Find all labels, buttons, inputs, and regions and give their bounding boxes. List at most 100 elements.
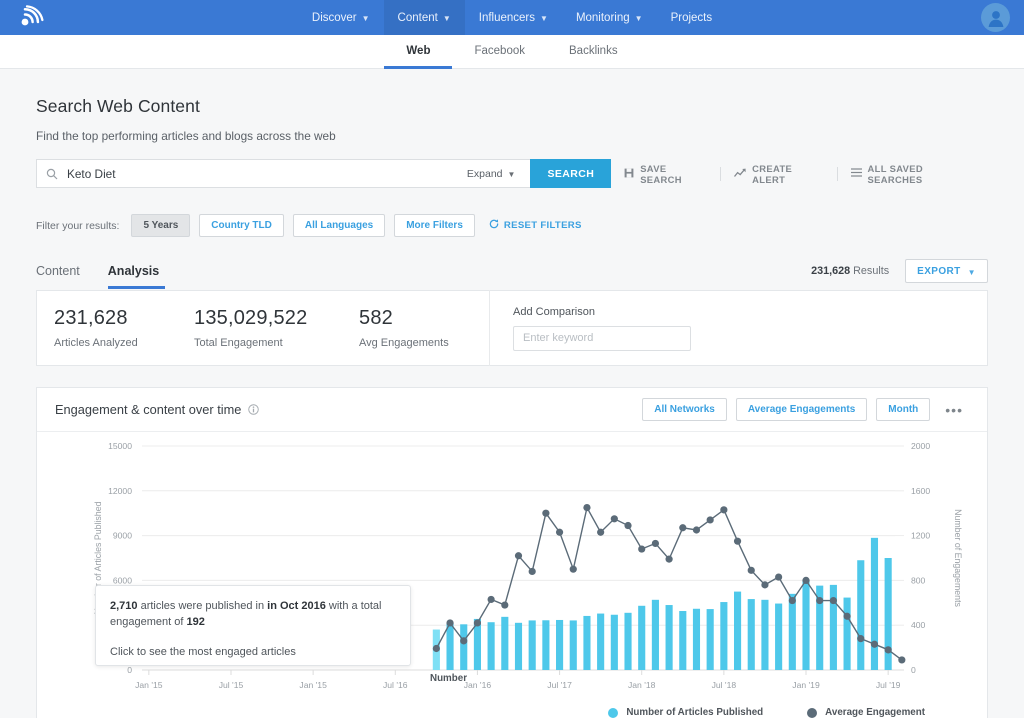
chart-title-group: Engagement & content over time — [55, 402, 259, 417]
stat-value: 582 — [359, 307, 489, 330]
save-search-button[interactable]: SAVE SEARCH — [611, 163, 720, 185]
chart-title: Engagement & content over time — [55, 402, 241, 417]
chip-label: Average Engagements — [748, 404, 855, 415]
tooltip-engagement: 192 — [186, 616, 204, 628]
search-actions: SAVE SEARCH CREATE ALERT ALL SAVED SEARC… — [611, 163, 988, 185]
nav-item-monitoring[interactable]: Monitoring ▼ — [562, 0, 657, 35]
chart-filter-interval[interactable]: Month — [876, 398, 930, 421]
search-icon — [46, 168, 58, 180]
svg-text:Jan '15: Jan '15 — [135, 680, 163, 690]
reset-filters-label: RESET FILTERS — [504, 220, 582, 231]
page-subtitle: Find the top performing articles and blo… — [36, 129, 988, 143]
legend-item-engagement[interactable]: Average Engagement — [807, 707, 925, 718]
tab-analysis[interactable]: Analysis — [108, 264, 165, 289]
svg-text:Jul '19: Jul '19 — [876, 680, 901, 690]
svg-text:1600: 1600 — [911, 486, 930, 496]
trend-up-icon — [734, 168, 746, 180]
export-button[interactable]: EXPORT ▼ — [905, 259, 988, 283]
chip-label: More Filters — [406, 220, 463, 231]
tab-content[interactable]: Content — [36, 264, 86, 289]
stat-total-engagement: 135,029,522 Total Engagement — [194, 307, 359, 349]
expand-label: Expand — [467, 168, 503, 180]
info-circle-icon[interactable] — [248, 404, 259, 415]
stat-value: 135,029,522 — [194, 307, 359, 330]
svg-text:12000: 12000 — [108, 486, 132, 496]
svg-text:0: 0 — [911, 665, 916, 675]
main-menu: Discover ▼ Content ▼ Influencers ▼ Monit… — [0, 0, 1024, 35]
stat-label: Avg Engagements — [359, 337, 489, 349]
nav-item-projects[interactable]: Projects — [657, 0, 727, 35]
ellipsis-icon[interactable]: ••• — [939, 402, 969, 418]
nav-item-discover[interactable]: Discover ▼ — [298, 0, 384, 35]
comparison-keyword-input[interactable] — [513, 326, 691, 351]
chevron-down-icon: ▼ — [443, 14, 451, 23]
filter-chip-years[interactable]: 5 Years — [131, 214, 190, 237]
chip-label: Month — [888, 404, 918, 415]
search-value: Keto Diet — [67, 167, 467, 181]
search-button[interactable]: SEARCH — [530, 159, 611, 188]
stat-avg-engagements: 582 Avg Engagements — [359, 307, 489, 349]
chart-legend: Number of Articles Published Average Eng… — [37, 707, 987, 718]
tab-label: Web — [406, 45, 430, 57]
all-saved-searches-button[interactable]: ALL SAVED SEARCHES — [838, 163, 988, 185]
legend-item-articles[interactable]: Number of Articles Published — [608, 707, 763, 718]
reset-filters-button[interactable]: RESET FILTERS — [489, 219, 582, 232]
stat-label: Total Engagement — [194, 337, 359, 349]
tab-facebook[interactable]: Facebook — [452, 35, 547, 69]
stat-value: 231,628 — [54, 307, 194, 330]
avatar[interactable] — [981, 3, 1010, 32]
save-icon — [624, 168, 634, 180]
chip-label: All Languages — [305, 220, 373, 231]
filter-chip-languages[interactable]: All Languages — [293, 214, 385, 237]
tooltip-line-2: Click to see the most engaged articles — [110, 645, 396, 661]
chip-label: Country TLD — [211, 220, 272, 231]
tab-backlinks[interactable]: Backlinks — [547, 35, 640, 69]
nav-label: Content — [398, 12, 438, 24]
nav-item-influencers[interactable]: Influencers ▼ — [465, 0, 562, 35]
chart-filter-metric[interactable]: Average Engagements — [736, 398, 867, 421]
tab-web[interactable]: Web — [384, 35, 452, 69]
stat-articles-analyzed: 231,628 Articles Analyzed — [54, 307, 194, 349]
filter-chip-country-tld[interactable]: Country TLD — [199, 214, 284, 237]
tooltip-line-1: 2,710 articles were published in in Oct … — [110, 599, 396, 631]
svg-text:Jul '15: Jul '15 — [219, 680, 244, 690]
tooltip-mid: articles were published in — [138, 600, 268, 612]
nav-label: Projects — [671, 12, 713, 24]
chart-filter-networks[interactable]: All Networks — [642, 398, 727, 421]
nav-label: Influencers — [479, 12, 535, 24]
svg-text:Number of Engagements: Number of Engagements — [953, 509, 963, 607]
chevron-down-icon: ▼ — [362, 14, 370, 23]
section-tabs: Web Facebook Backlinks — [0, 35, 1024, 69]
filter-chip-more-filters[interactable]: More Filters — [394, 214, 475, 237]
chevron-down-icon: ▼ — [968, 268, 976, 277]
filter-label: Filter your results: — [36, 220, 119, 232]
tooltip-count: 2,710 — [110, 600, 138, 612]
create-alert-button[interactable]: CREATE ALERT — [721, 163, 836, 185]
analysis-tabs: Content Analysis 231,628 Results EXPORT … — [36, 259, 988, 289]
chip-label: All Networks — [654, 404, 715, 415]
legend-color-dot — [807, 708, 817, 718]
expand-dropdown[interactable]: Expand ▼ — [467, 168, 522, 180]
chart-tooltip: 2,710 articles were published in in Oct … — [95, 585, 411, 666]
nav-label: Monitoring — [576, 12, 630, 24]
export-label: EXPORT — [917, 266, 961, 277]
chart-plot-area[interactable]: 0300060009000120001500004008001200160020… — [37, 432, 987, 718]
chart-controls: All Networks Average Engagements Month •… — [642, 398, 969, 421]
svg-text:0: 0 — [127, 665, 132, 675]
svg-text:400: 400 — [911, 620, 926, 630]
results-count: 231,628 Results — [811, 265, 889, 277]
user-avatar-icon — [985, 7, 1007, 29]
legend-item-clipped: Number of Articles Published — [422, 673, 470, 684]
search-input[interactable]: Keto Diet Expand ▼ — [36, 159, 530, 188]
tab-label: Facebook — [474, 45, 525, 57]
list-icon — [851, 168, 862, 179]
nav-item-content[interactable]: Content ▼ — [384, 0, 465, 35]
filter-row: Filter your results: 5 Years Country TLD… — [36, 214, 988, 237]
svg-text:Jan '18: Jan '18 — [628, 680, 656, 690]
add-comparison-section: Add Comparison — [489, 290, 691, 366]
legend-label: Average Engagement — [825, 707, 925, 718]
nav-label: Discover — [312, 12, 357, 24]
chip-label: 5 Years — [143, 220, 178, 231]
tab-label: Backlinks — [569, 45, 618, 57]
all-saved-searches-label: ALL SAVED SEARCHES — [868, 163, 975, 185]
